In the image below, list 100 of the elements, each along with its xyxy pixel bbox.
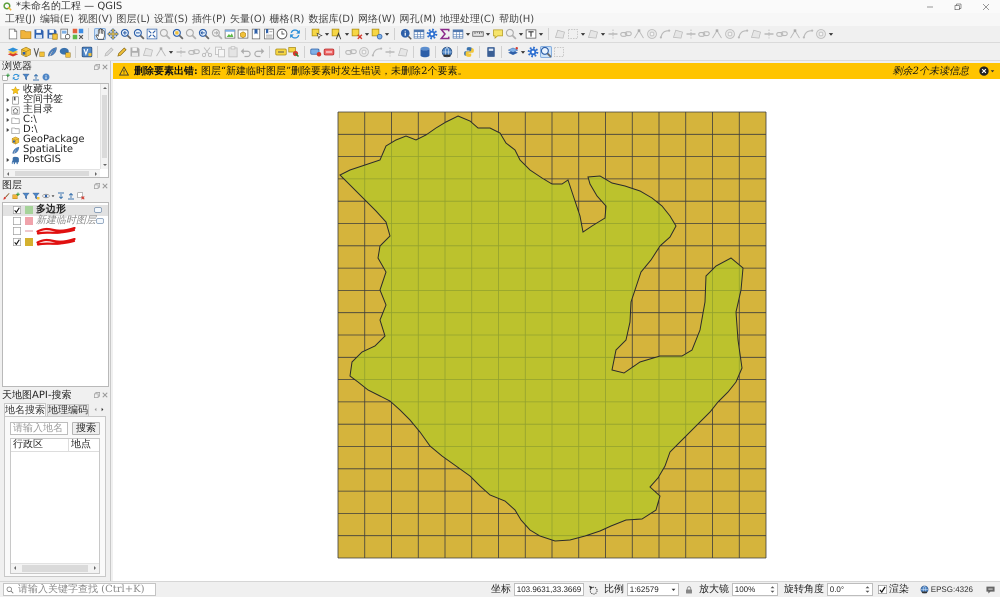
palette-icon[interactable] [72, 28, 84, 40]
gear-icon[interactable] [526, 46, 538, 58]
zoom-in-icon[interactable] [120, 28, 132, 40]
feather-icon[interactable] [46, 46, 58, 58]
pointer-icon[interactable] [588, 584, 598, 594]
scroll-thumb[interactable] [15, 171, 89, 176]
add-group-icon[interactable] [12, 192, 20, 200]
vector-add-icon[interactable] [32, 46, 44, 58]
collapsed-arrow-icon[interactable] [6, 107, 10, 113]
label-pin-icon[interactable] [288, 46, 300, 58]
remove-layer-icon[interactable] [77, 192, 85, 200]
scroll-right-icon[interactable] [92, 170, 100, 178]
package-icon[interactable] [20, 46, 32, 58]
clock-icon[interactable] [276, 28, 288, 40]
tree-item[interactable]: D:\ [23, 125, 38, 135]
info-icon[interactable] [42, 73, 50, 81]
magnifier-spinbox[interactable]: 100% [732, 583, 778, 596]
bookmark-list-icon[interactable] [262, 28, 274, 40]
menu-item[interactable]: 插件(P) [190, 13, 228, 26]
refresh-icon[interactable] [288, 28, 300, 40]
tree-item[interactable]: 空间书签 [23, 95, 63, 105]
layer-checkbox[interactable] [13, 216, 21, 225]
label-icon[interactable] [274, 46, 286, 58]
menu-item[interactable]: 网孔(M) [398, 13, 438, 26]
tab[interactable]: 地理编码 [47, 404, 89, 416]
map-window-icon[interactable] [224, 28, 236, 40]
layout-page-icon[interactable] [58, 28, 70, 40]
collapsed-arrow-icon[interactable] [6, 117, 10, 123]
database-add-icon[interactable] [58, 46, 70, 58]
coordinate-field[interactable]: 103.9631,33.3669 [514, 583, 584, 596]
identify-icon[interactable] [400, 28, 412, 40]
spin-arrows-icon[interactable] [768, 585, 776, 594]
gear-icon[interactable] [426, 28, 438, 40]
folder-icon[interactable] [20, 28, 32, 40]
layer-checkbox[interactable] [13, 238, 21, 246]
label-tag-icon[interactable] [310, 46, 322, 58]
menu-item[interactable]: 数据库(D) [306, 13, 356, 26]
tree-item[interactable]: C:\ [23, 115, 37, 125]
filter-expression-icon[interactable] [32, 192, 40, 200]
indicator-icon[interactable] [96, 218, 104, 224]
hand-icon[interactable] [94, 28, 106, 40]
select-location-icon[interactable] [370, 28, 382, 40]
layer-stack-icon[interactable] [6, 46, 18, 58]
sigma-icon[interactable] [438, 28, 450, 40]
tab-scroll-right-icon[interactable] [99, 405, 106, 414]
scroll-down-icon[interactable] [101, 161, 109, 169]
menu-item[interactable]: 帮助(H) [496, 13, 536, 26]
close-icon[interactable] [982, 2, 990, 10]
layer-row[interactable]: 多边形 [3, 205, 108, 216]
menu-item[interactable]: 地理处理(C) [438, 13, 497, 26]
search-button[interactable]: 搜索 [72, 422, 100, 435]
lock-icon[interactable] [684, 584, 693, 594]
label-tag-icon[interactable] [322, 46, 334, 58]
brush-icon[interactable] [2, 192, 10, 200]
zoom-out-icon[interactable] [132, 28, 144, 40]
collapsed-arrow-icon[interactable] [6, 97, 10, 103]
render-checkbox[interactable] [878, 585, 887, 594]
tab[interactable]: 地名搜索 [4, 403, 46, 416]
layer-checkbox[interactable] [13, 227, 21, 236]
layer-checkbox[interactable] [13, 206, 21, 214]
book-icon[interactable] [484, 46, 496, 58]
eye-icon[interactable] [42, 192, 50, 200]
menu-item[interactable]: 工程(J) [3, 13, 38, 26]
restore-icon[interactable] [954, 2, 962, 10]
scroll-up-icon[interactable] [101, 84, 109, 92]
bookmark-icon[interactable] [250, 28, 262, 40]
text-box-icon[interactable] [524, 28, 536, 40]
menu-item[interactable]: 编辑(E) [38, 13, 76, 26]
move-arrows-icon[interactable] [106, 28, 118, 40]
filter-icon[interactable] [22, 192, 30, 200]
table-icon[interactable] [452, 28, 464, 40]
globe-icon[interactable] [440, 46, 452, 58]
refresh-icon[interactable] [12, 73, 20, 81]
map-cube-icon[interactable] [236, 28, 248, 40]
menu-item[interactable]: 网络(W) [356, 13, 398, 26]
expand-icon[interactable] [57, 192, 65, 200]
layer-row[interactable]: 新建临时图层 [3, 216, 108, 226]
crs-button[interactable]: EPSG:4326 [920, 585, 973, 594]
tree-item[interactable]: 收藏夹 [23, 85, 53, 95]
collapse-icon[interactable] [32, 73, 40, 81]
database-icon[interactable] [418, 46, 430, 58]
zoom-last-icon[interactable] [198, 28, 210, 40]
float-panel-icon[interactable] [94, 64, 100, 70]
menu-item[interactable]: 矢量(O) [228, 13, 268, 26]
layers-icon[interactable] [506, 46, 518, 58]
tree-item[interactable]: PostGIS [23, 155, 61, 165]
menu-item[interactable]: 视图(V) [76, 13, 115, 26]
indicator-icon[interactable] [94, 207, 102, 214]
filter-icon[interactable] [22, 73, 30, 81]
deselect-icon[interactable] [350, 28, 362, 40]
save-as-icon[interactable] [46, 28, 58, 40]
rotation-spinbox[interactable]: 0.0° [826, 583, 873, 596]
tree-item[interactable]: 主目录 [23, 105, 53, 115]
virtual-layer-icon[interactable] [80, 46, 92, 58]
tree-item[interactable]: SpatiaLite [23, 145, 74, 155]
place-name-field[interactable]: 请输入地名 [10, 422, 68, 435]
float-panel-icon[interactable] [94, 392, 100, 398]
zoom-layer-icon[interactable] [172, 28, 184, 40]
spin-arrows-icon[interactable] [864, 585, 871, 594]
menu-item[interactable]: 设置(S) [152, 13, 190, 26]
